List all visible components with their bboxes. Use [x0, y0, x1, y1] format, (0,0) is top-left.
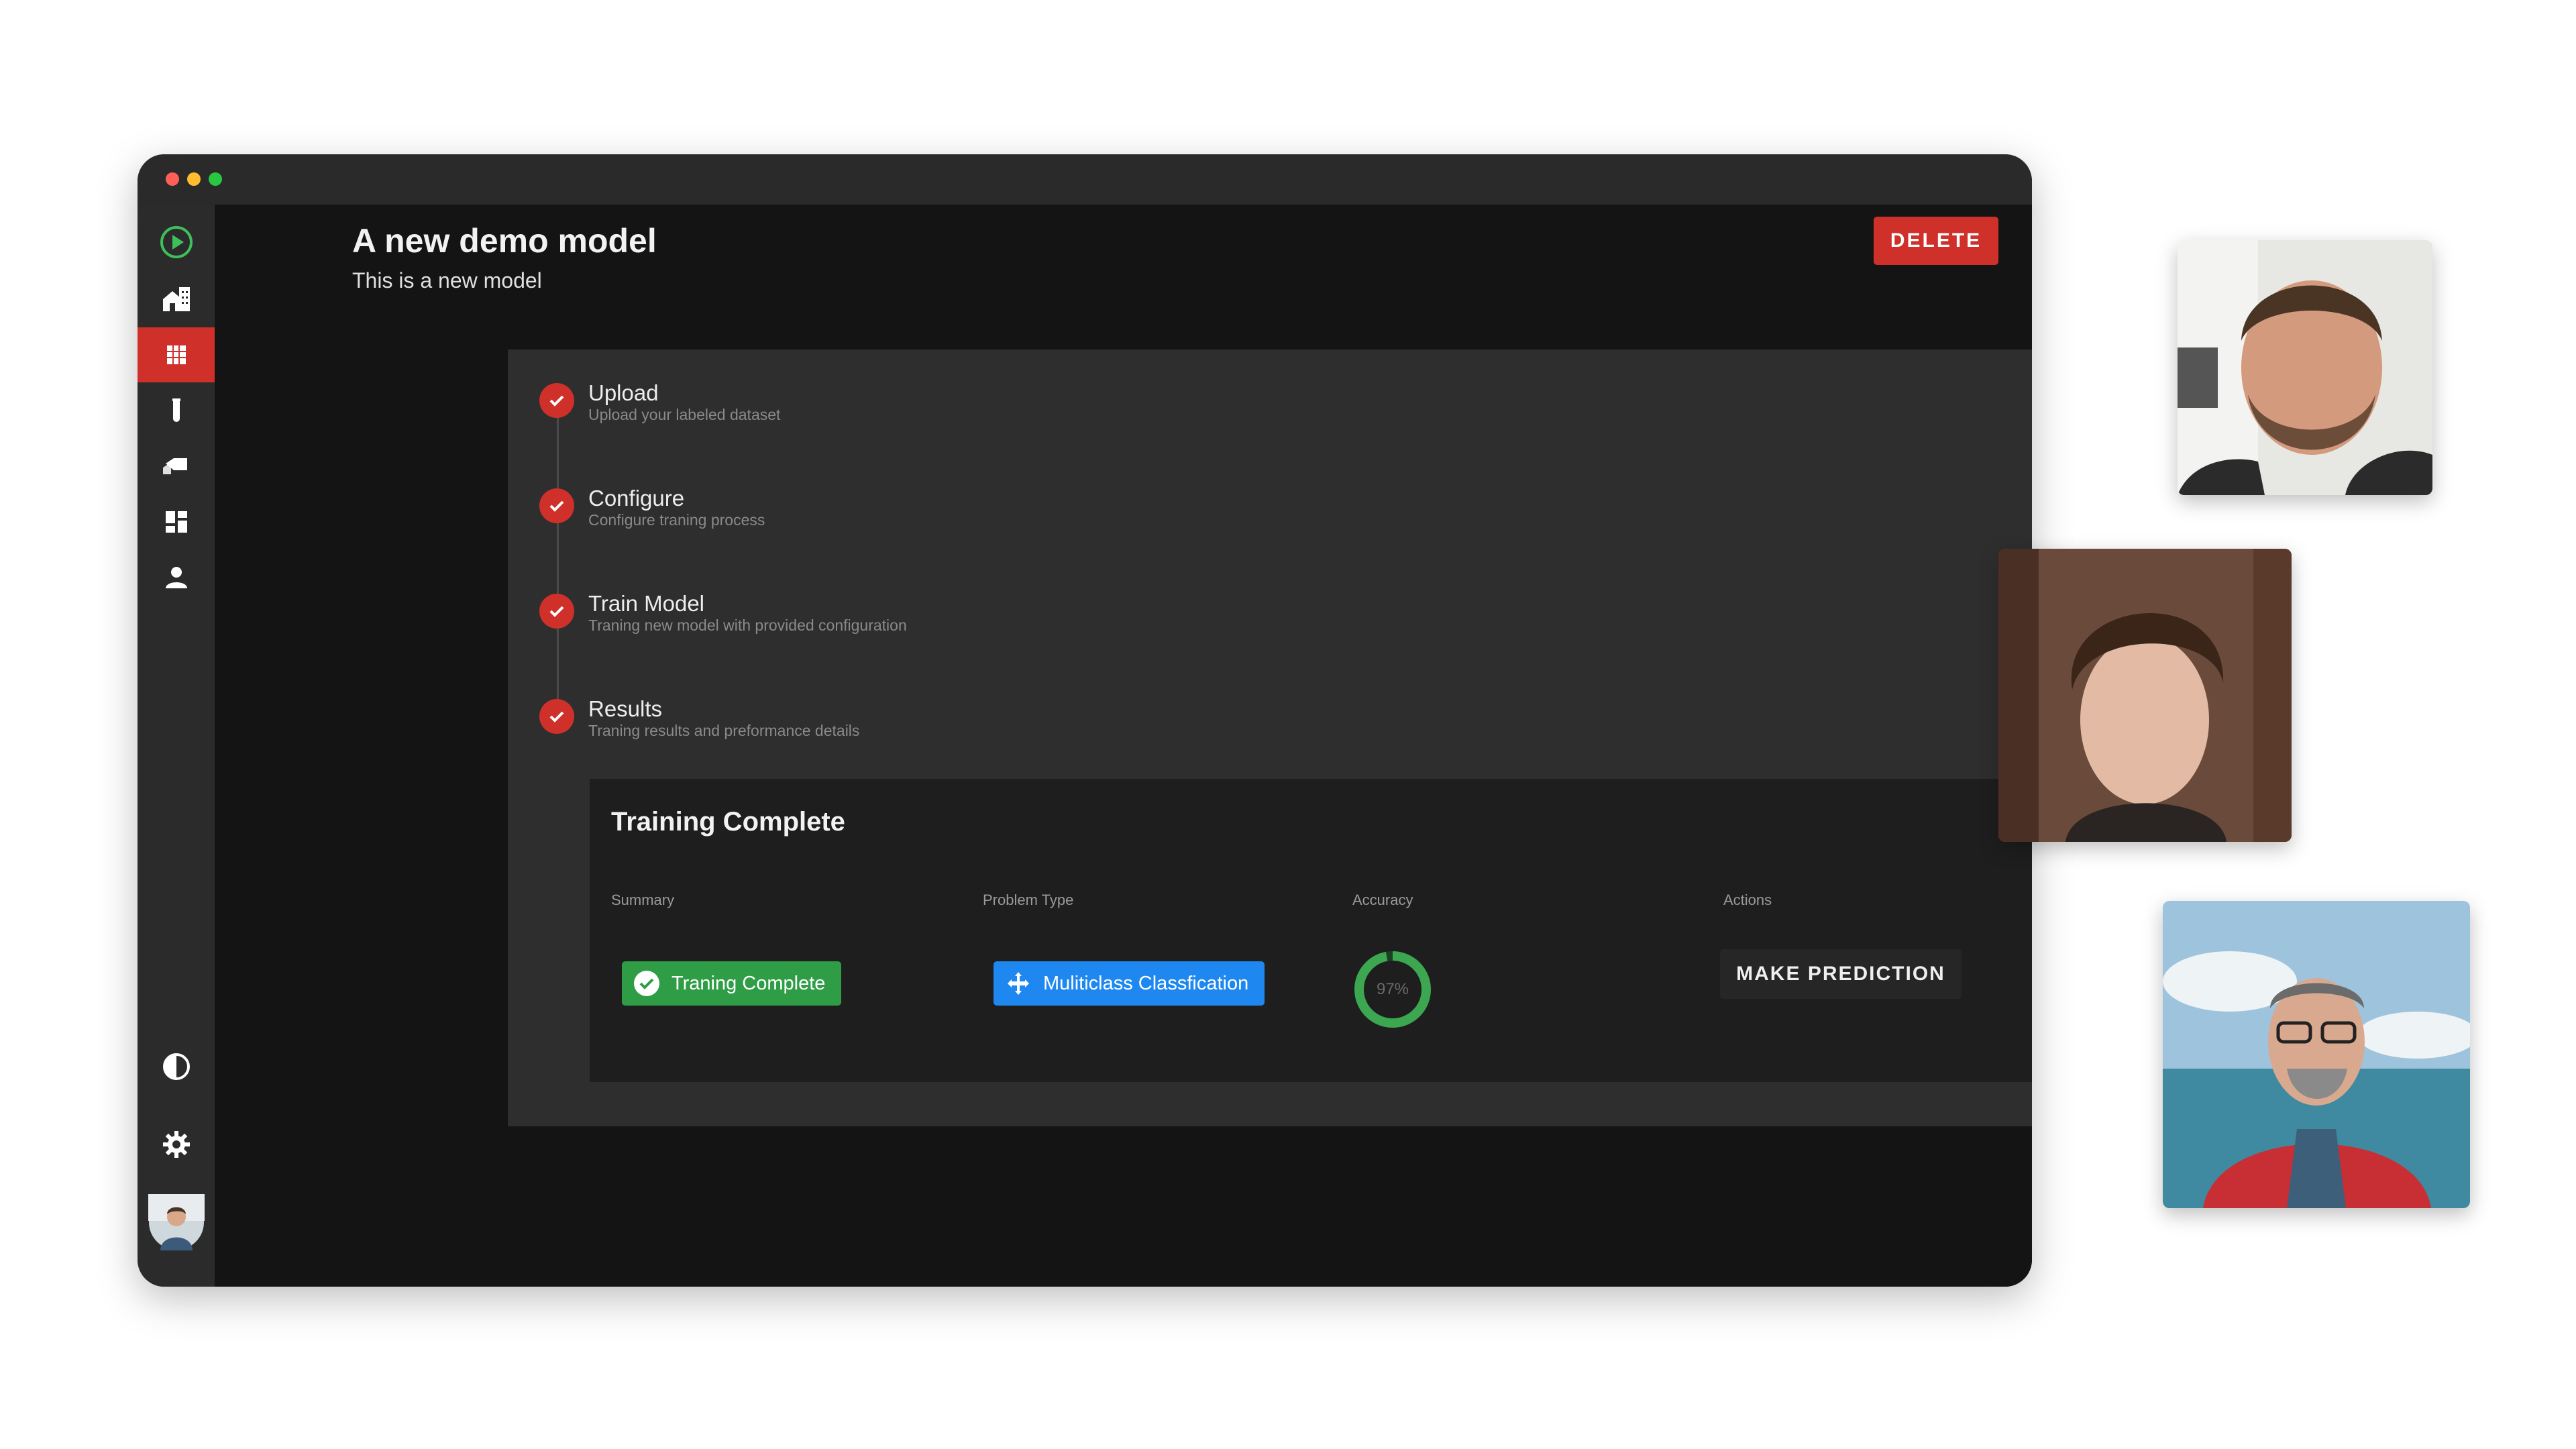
- person-icon: [165, 567, 187, 588]
- dashboard-icon: [165, 511, 187, 533]
- grid-icon: [166, 345, 186, 364]
- theme-toggle[interactable]: [138, 1039, 215, 1094]
- step-description: Traning new model with provided configur…: [588, 616, 907, 634]
- home-icon: [162, 287, 190, 311]
- sidebar-item-home[interactable]: [138, 272, 215, 327]
- check-icon: [539, 594, 574, 629]
- results-card: Training Complete Summary Problem Type A…: [590, 779, 2032, 1082]
- gear-icon: [162, 1131, 190, 1158]
- play-circle-icon: [160, 226, 193, 258]
- sidebar-item-labels[interactable]: [138, 439, 215, 494]
- sidebar-item-experiments[interactable]: [138, 383, 215, 438]
- avatar[interactable]: [138, 1194, 215, 1250]
- problem-type-label: Problem Type: [983, 892, 1074, 908]
- step-description: Traning results and preformance details: [588, 722, 860, 739]
- check-circle-icon: [634, 971, 659, 996]
- sidebar-item-account[interactable]: [138, 550, 215, 605]
- main-content: A new demo model This is a new model DEL…: [215, 205, 2032, 1287]
- page-subtitle: This is a new model: [352, 268, 542, 292]
- video-tile-participant-1[interactable]: [2178, 240, 2432, 495]
- test-tube-icon: [172, 398, 180, 422]
- check-icon: [539, 488, 574, 523]
- move-arrows-icon: [1008, 972, 1029, 995]
- status-badge-label: Traning Complete: [672, 972, 826, 994]
- page-title: A new demo model: [352, 222, 657, 260]
- maximize-window-button[interactable]: [209, 172, 222, 186]
- settings-button[interactable]: [138, 1117, 215, 1172]
- minimize-window-button[interactable]: [187, 172, 201, 186]
- step-title: Train Model: [588, 591, 705, 616]
- results-title: Training Complete: [611, 807, 845, 837]
- training-steps-panel: Upload Upload your labeled dataset Confi…: [508, 350, 2032, 1126]
- participant-video: [2163, 901, 2470, 1208]
- status-badge: Traning Complete: [622, 961, 842, 1006]
- make-prediction-button[interactable]: MAKE PREDICTION: [1720, 949, 1962, 999]
- check-icon: [539, 699, 574, 734]
- sidebar-item-models[interactable]: [138, 327, 215, 382]
- logo[interactable]: [138, 215, 215, 270]
- delete-button[interactable]: DELETE: [1874, 217, 1998, 265]
- close-window-button[interactable]: [166, 172, 179, 186]
- participant-video: [2178, 240, 2432, 495]
- step-description: Upload your labeled dataset: [588, 406, 781, 423]
- sidebar: [138, 205, 215, 1287]
- video-tile-participant-3[interactable]: [2163, 901, 2470, 1208]
- accuracy-value: 97%: [1376, 980, 1409, 998]
- tag-icon: [162, 458, 187, 474]
- problem-type-badge-label: Muliticlass Classfication: [1043, 972, 1249, 994]
- step-description: Configure traning process: [588, 511, 765, 529]
- stepper-connector: [557, 400, 559, 715]
- sidebar-item-dashboard[interactable]: [138, 494, 215, 549]
- step-title: Upload: [588, 380, 659, 405]
- app-window: A new demo model This is a new model DEL…: [138, 154, 2032, 1287]
- video-tile-participant-2[interactable]: [1998, 549, 2292, 842]
- check-icon: [539, 383, 574, 418]
- step-title: Configure: [588, 486, 685, 511]
- actions-label: Actions: [1723, 892, 1772, 908]
- participant-video: [1998, 549, 2292, 842]
- step-title: Results: [588, 696, 663, 721]
- summary-label: Summary: [611, 892, 675, 908]
- contrast-icon: [162, 1053, 190, 1080]
- title-bar: [138, 154, 2032, 205]
- avatar-image: [148, 1194, 205, 1250]
- problem-type-badge: Muliticlass Classfication: [994, 961, 1265, 1006]
- accuracy-label: Accuracy: [1352, 892, 1413, 908]
